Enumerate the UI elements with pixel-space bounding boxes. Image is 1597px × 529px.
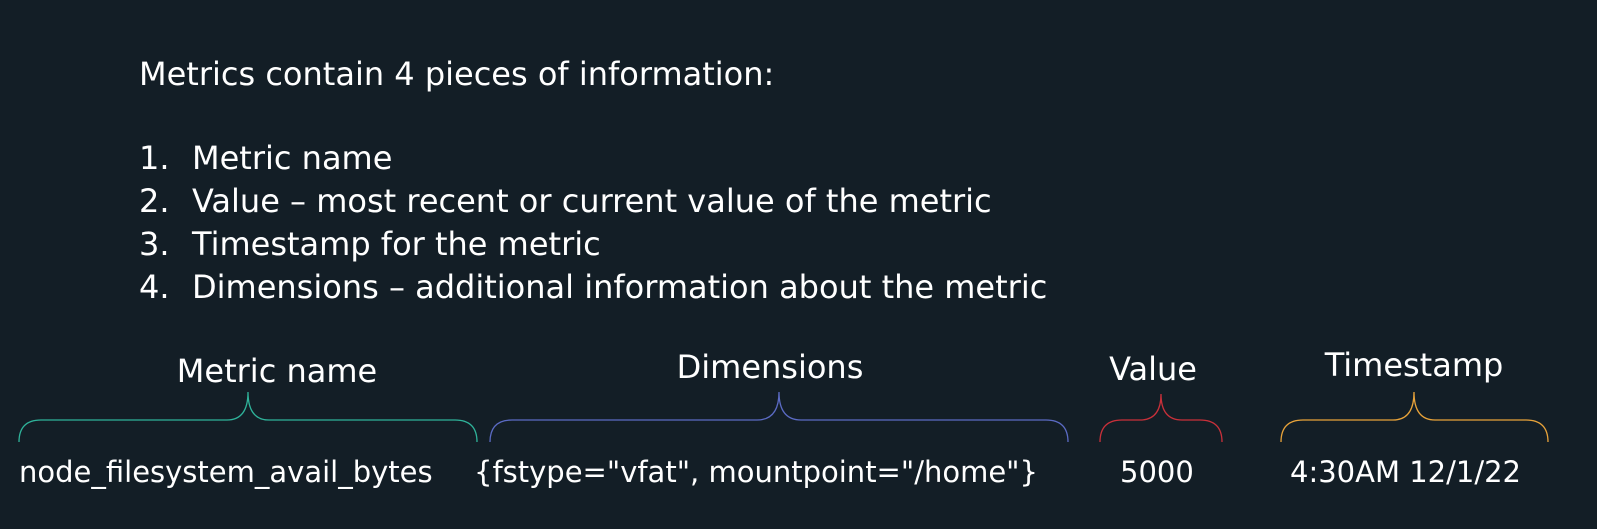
- sample-value: 5000: [1120, 455, 1194, 489]
- timestamp-brace: [1280, 391, 1549, 443]
- metric-name-brace: [18, 391, 478, 443]
- sample-metric-name: node_filesystem_avail_bytes: [19, 455, 433, 489]
- sample-timestamp: 4:30AM 12/1/22: [1290, 455, 1521, 489]
- braces-overlay: [18, 391, 1549, 443]
- value-brace: [1099, 393, 1223, 443]
- sample-dimensions: {fstype="vfat", mountpoint="/home"}: [474, 455, 1038, 489]
- dimensions-brace: [489, 391, 1069, 443]
